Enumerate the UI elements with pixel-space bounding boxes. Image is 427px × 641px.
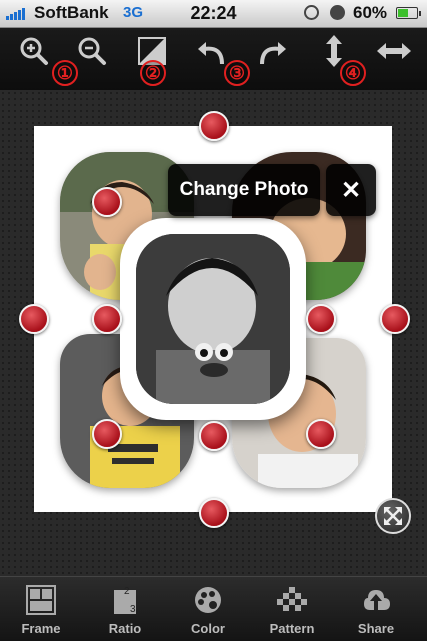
resize-handle-bottom[interactable] (199, 498, 229, 528)
annotation-badge-3: ③ (224, 60, 250, 86)
zoom-out-icon[interactable] (74, 34, 110, 68)
resize-handle-inner-right[interactable] (306, 304, 336, 334)
frame-icon (25, 583, 57, 617)
resize-handle-right[interactable] (380, 304, 410, 334)
close-popup-button[interactable]: ✕ (326, 164, 376, 216)
svg-text:3: 3 (130, 604, 136, 615)
tab-label: Pattern (269, 621, 315, 636)
expand-arrows-icon (384, 507, 402, 525)
collage-photo-center[interactable] (136, 234, 290, 404)
share-icon (360, 583, 392, 617)
annotation-badge-1: ① (52, 60, 78, 86)
tab-ratio[interactable]: 23 Ratio (87, 583, 163, 639)
horizontal-arrows-icon[interactable] (376, 34, 412, 68)
pattern-icon (276, 583, 308, 617)
resize-handle-top-left-photo[interactable] (92, 187, 122, 217)
editing-toolbar: ① ② ③ ④ (0, 28, 427, 90)
resize-handle-inner-left[interactable] (92, 304, 122, 334)
status-bar: SoftBank 3G 22:24 60% (0, 0, 427, 28)
tab-frame[interactable]: Frame (3, 583, 79, 639)
svg-text:2: 2 (124, 586, 130, 597)
tab-share[interactable]: Share (338, 583, 414, 639)
tab-label: Ratio (108, 621, 142, 636)
undo-icon[interactable] (194, 34, 230, 68)
battery-fill (398, 9, 409, 17)
resize-handle-top[interactable] (199, 111, 229, 141)
battery-percent: 60% (353, 3, 388, 22)
resize-handle-bottom-left-photo[interactable] (92, 419, 122, 449)
annotation-badge-2: ② (140, 60, 166, 86)
bottom-tab-bar: Frame 23 Ratio Color Pattern Share (0, 576, 427, 641)
zoom-in-icon[interactable] (16, 34, 52, 68)
alarm-icon (330, 5, 345, 20)
tab-label: Frame (21, 621, 61, 636)
expand-button[interactable] (375, 498, 411, 534)
change-photo-button[interactable]: Change Photo (168, 164, 320, 216)
annotation-badge-4: ④ (340, 60, 366, 86)
color-icon (192, 583, 224, 617)
tab-color[interactable]: Color (170, 583, 246, 639)
resize-handle-bottom-right-photo[interactable] (306, 419, 336, 449)
redo-icon[interactable] (254, 34, 290, 68)
tab-pattern[interactable]: Pattern (254, 583, 330, 639)
tab-label: Color (191, 621, 225, 636)
battery-icon (396, 7, 421, 19)
tab-label: Share (357, 621, 395, 636)
resize-handle-left[interactable] (19, 304, 49, 334)
resize-handle-center-bottom[interactable] (199, 421, 229, 451)
rotation-lock-icon (304, 5, 319, 20)
ratio-icon: 23 (109, 583, 141, 617)
